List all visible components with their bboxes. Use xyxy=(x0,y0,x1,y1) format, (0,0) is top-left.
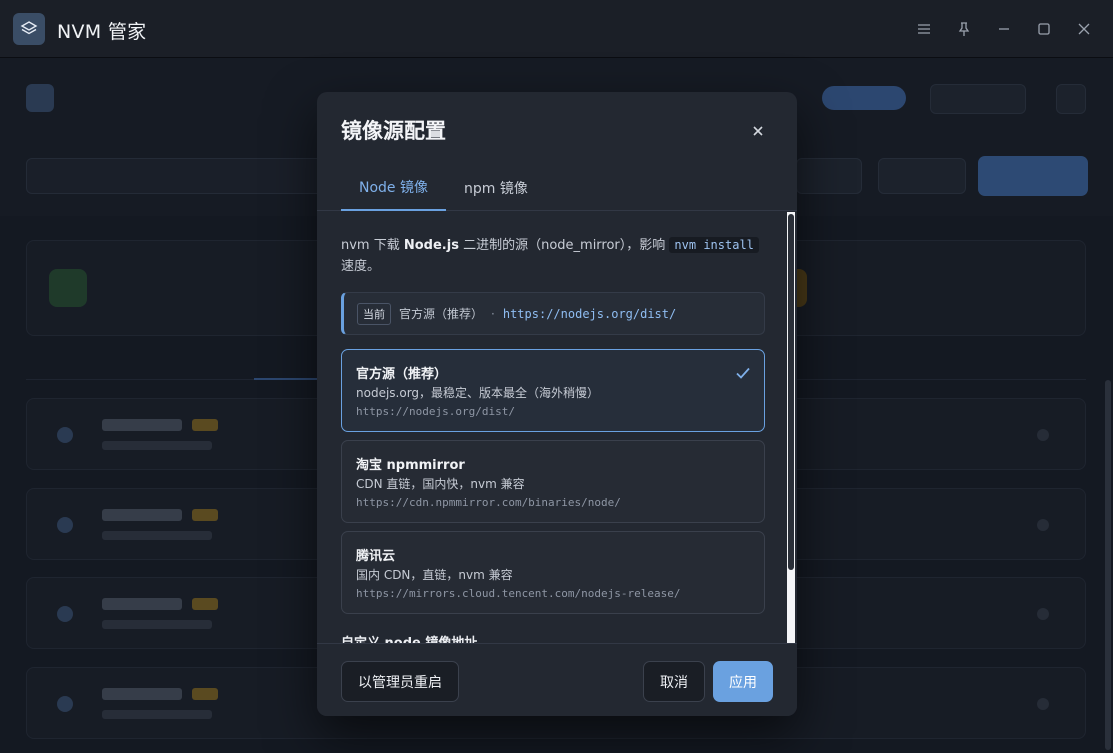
restart-as-admin-button[interactable]: 以管理员重启 xyxy=(341,661,459,702)
description-text: 二进制的源（node_mirror），影响 xyxy=(458,238,670,253)
mirror-option-npmmirror[interactable]: 淘宝 npmmirror CDN 直链，国内快，nvm 兼容 https://c… xyxy=(341,440,765,523)
mirror-tabs: Node 镜像 npm 镜像 xyxy=(317,165,797,211)
description-text: nvm 下载 xyxy=(341,238,404,253)
checkmark-icon xyxy=(736,367,750,379)
pin-icon[interactable] xyxy=(951,16,977,42)
background-primary-button xyxy=(978,156,1088,196)
current-badge: 当前 xyxy=(357,302,391,325)
mirror-desc: nodejs.org，最稳定、版本最全（海外稍慢） xyxy=(356,386,600,400)
tab-npm-mirror[interactable]: npm 镜像 xyxy=(446,165,546,211)
minimize-icon[interactable] xyxy=(991,16,1017,42)
mirror-option-official[interactable]: 官方源（推荐） nodejs.org，最稳定、版本最全（海外稍慢） https:… xyxy=(341,349,765,432)
window-title: NVM 管家 xyxy=(57,21,147,43)
background-stat-card xyxy=(785,240,1086,336)
inline-code: nvm install xyxy=(669,237,759,253)
cancel-button[interactable]: 取消 xyxy=(643,661,705,702)
custom-mirror-label: 自定义 node 镜像地址 xyxy=(341,632,477,643)
description-bold: Node.js xyxy=(403,238,459,253)
current-mirror-url: https://nodejs.org/dist/ xyxy=(502,306,677,321)
hamburger-icon[interactable] xyxy=(911,16,937,42)
current-mirror-banner: 当前 官方源（推荐） · https://nodejs.org/dist/ xyxy=(341,292,765,335)
background-button xyxy=(878,158,966,194)
scrollbar-thumb[interactable] xyxy=(788,214,794,570)
app-logo-icon xyxy=(13,13,45,45)
mirror-desc: 国内 CDN，直链，nvm 兼容 xyxy=(356,568,513,582)
apply-button[interactable]: 应用 xyxy=(713,661,773,702)
mirror-description: nvm 下载 Node.js 二进制的源（node_mirror），影响 nvm… xyxy=(341,235,761,277)
close-icon xyxy=(753,126,763,136)
mirror-option-tencent[interactable]: 腾讯云 国内 CDN，直链，nvm 兼容 https://mirrors.clo… xyxy=(341,531,765,614)
mirror-config-dialog: 镜像源配置 Node 镜像 npm 镜像 nvm 下载 Node.js 二进制的… xyxy=(317,92,797,716)
window-close-icon[interactable] xyxy=(1071,16,1097,42)
mirror-desc: CDN 直链，国内快，nvm 兼容 xyxy=(356,477,525,491)
description-text: 速度。 xyxy=(341,259,381,274)
tab-node-mirror[interactable]: Node 镜像 xyxy=(341,165,446,211)
dialog-title: 镜像源配置 xyxy=(341,118,446,143)
dialog-close-button[interactable] xyxy=(745,118,771,144)
background-button xyxy=(796,158,862,194)
background-button xyxy=(930,84,1026,114)
mirror-name: 淘宝 npmmirror xyxy=(356,458,465,473)
maximize-icon[interactable] xyxy=(1031,16,1057,42)
mirror-name: 腾讯云 xyxy=(356,549,396,564)
mirror-name: 官方源（推荐） xyxy=(356,367,448,382)
mirror-url: https://cdn.npmmirror.com/binaries/node/ xyxy=(356,496,621,509)
content-scrollbar[interactable] xyxy=(787,212,795,643)
title-bar: NVM 管家 xyxy=(0,0,1113,58)
background-badge xyxy=(822,86,906,110)
background-search xyxy=(26,158,326,194)
mirror-url: https://nodejs.org/dist/ xyxy=(356,405,515,418)
separator: · xyxy=(491,306,495,321)
background-button xyxy=(1056,84,1086,114)
dialog-content: nvm 下载 Node.js 二进制的源（node_mirror），影响 nvm… xyxy=(317,212,797,643)
background-logo-icon xyxy=(26,84,54,112)
dialog-footer: 以管理员重启 取消 应用 xyxy=(317,643,797,716)
background-stat-card xyxy=(26,240,326,336)
background-scrollbar xyxy=(1105,380,1111,750)
current-mirror-name: 官方源（推荐） xyxy=(399,307,484,321)
mirror-url: https://mirrors.cloud.tencent.com/nodejs… xyxy=(356,587,681,600)
